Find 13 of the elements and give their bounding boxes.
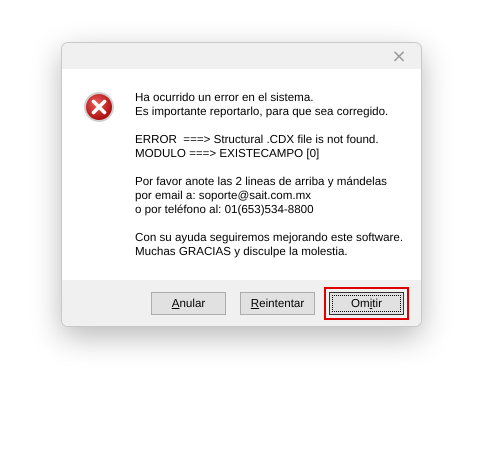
message-line: Con su ayuda seguiremos mejorando este software.	[135, 231, 404, 245]
message-line: Muchas GRACIAS y disculpe la molestia.	[135, 245, 349, 259]
error-icon	[83, 91, 115, 123]
message-line: ERROR ===> Structural .CDX file is not found.	[135, 133, 380, 147]
message-line: por email a: soporte@sait.com.mx	[135, 189, 312, 203]
message-line: MODULO ===> EXISTECAMPO [0]	[135, 147, 320, 161]
message-line: Es importante reportarlo, para que sea corregido.	[135, 105, 390, 119]
message-line: Por favor anote las 2 lineas de arriba y mándelas	[135, 175, 388, 189]
dialog-button[interactable]: Reintentar	[240, 292, 315, 314]
dialog-button[interactable]: Omitir	[329, 292, 404, 314]
message-line: Ha ocurrido un error en el sistema.	[135, 91, 314, 105]
message-line: o por teléfono al: 01(653)534-8800	[135, 203, 315, 217]
dialog-button[interactable]: Anular	[151, 292, 226, 314]
